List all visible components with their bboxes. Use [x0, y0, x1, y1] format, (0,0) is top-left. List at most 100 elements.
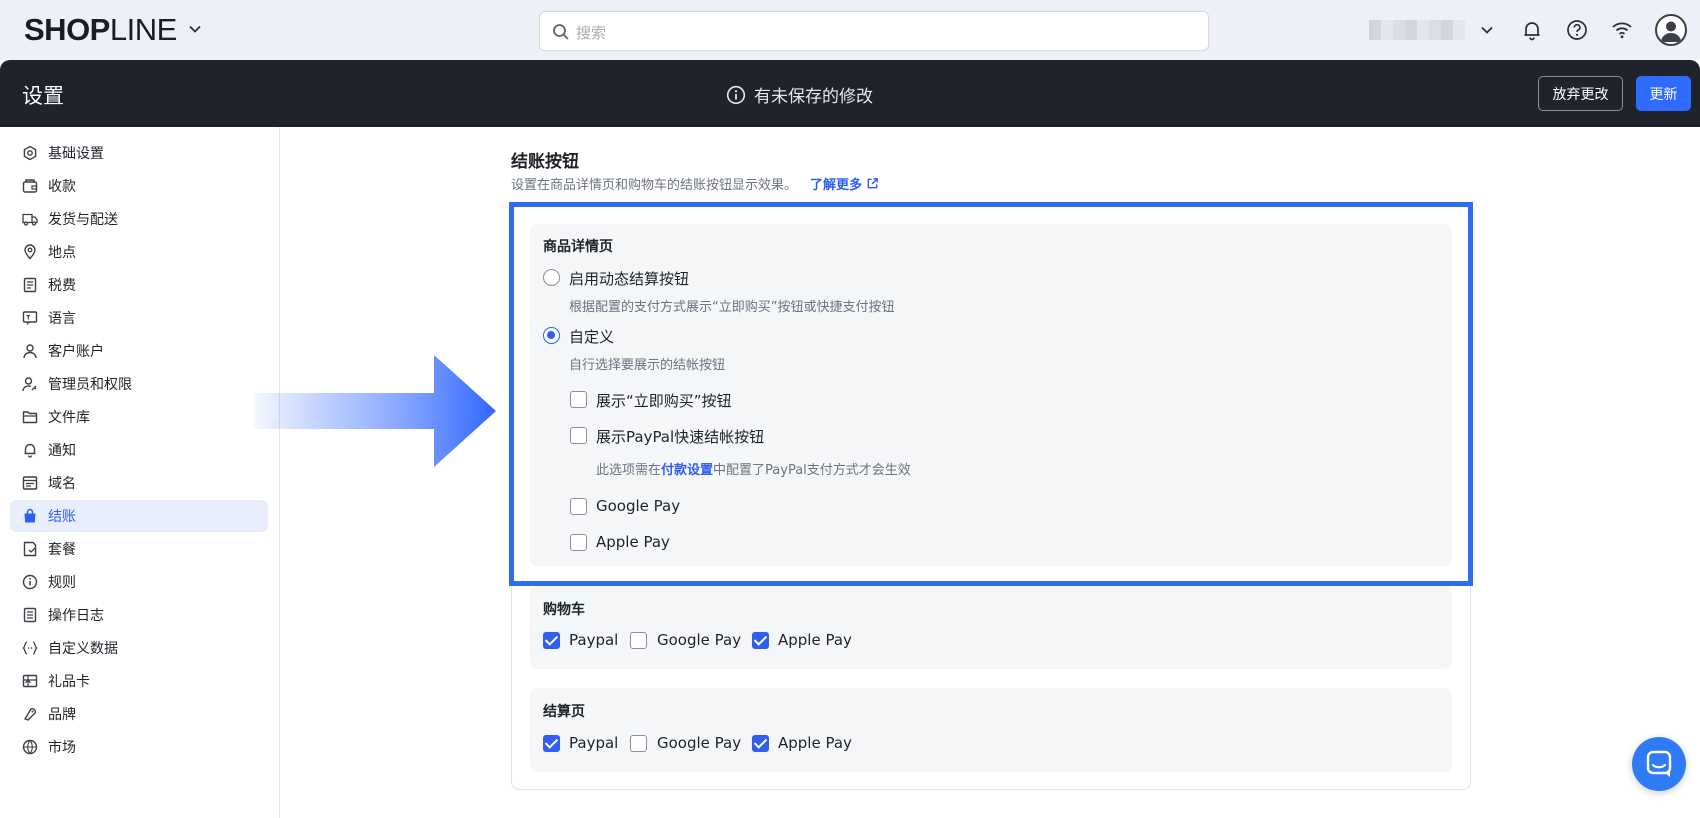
- sidebar-item-brand[interactable]: 品牌: [10, 698, 268, 730]
- cart-paypal-checkbox[interactable]: [543, 632, 560, 649]
- discard-changes-button[interactable]: 放弃更改: [1538, 76, 1623, 111]
- sidebar-item-payments[interactable]: 收款: [10, 170, 268, 202]
- wifi-icon[interactable]: [1611, 19, 1633, 41]
- sidebar-item-domains[interactable]: 域名: [10, 467, 268, 499]
- wallet-icon: [22, 179, 38, 193]
- chevron-down-icon[interactable]: [1480, 23, 1494, 37]
- product-page-card: 商品详情页 启用动态结算按钮 根据配置的支付方式展示“立即购买”按钮或快捷支付按…: [530, 224, 1452, 566]
- cart-card: 购物车 Paypal Google Pay Apple Pay: [530, 586, 1452, 669]
- sidebar-item-admins-permissions[interactable]: 管理员和权限: [10, 368, 268, 400]
- dynamic-checkout-label: 启用动态结算按钮: [569, 270, 690, 288]
- cart-paypal-label: Paypal: [569, 631, 619, 649]
- cart-google-pay-checkbox[interactable]: [630, 632, 647, 649]
- code-braces-icon: [22, 641, 38, 655]
- top-bar: SHOPLINE 搜索: [0, 0, 1700, 60]
- log-icon: [23, 607, 37, 623]
- info-circle-icon: [726, 85, 746, 104]
- cart-label: 购物车: [543, 602, 585, 618]
- checkout-page-label: 结算页: [543, 704, 585, 720]
- unsaved-changes-notice: 有未保存的修改: [726, 82, 873, 107]
- buy-now-checkbox[interactable]: [570, 391, 587, 408]
- section-description: 设置在商品详情页和购物车的结账按钮显示效果。: [511, 178, 798, 193]
- cart-apple-pay-label: Apple Pay: [778, 631, 852, 649]
- checkout-paypal-checkbox[interactable]: [543, 735, 560, 752]
- checkout-apple-pay-label: Apple Pay: [778, 734, 852, 752]
- settings-sidebar: 基础设置 收款 发货与配送 地点 税费 语言 客户账户 管理员和权限 文件库 通…: [0, 127, 280, 818]
- custom-radio[interactable]: [543, 327, 560, 344]
- receipt-icon: [23, 277, 37, 293]
- unsaved-text: 有未保存的修改: [754, 87, 873, 107]
- avatar[interactable]: [1655, 14, 1687, 46]
- update-button[interactable]: 更新: [1636, 76, 1691, 111]
- sidebar-item-customer-accounts[interactable]: 客户账户: [10, 335, 268, 367]
- info-circle-icon: [22, 574, 38, 590]
- chevron-down-icon[interactable]: [188, 22, 202, 36]
- cart-apple-pay-checkbox[interactable]: [752, 632, 769, 649]
- help-circle-icon[interactable]: [1566, 19, 1588, 41]
- cart-google-pay-label: Google Pay: [657, 631, 742, 649]
- sidebar-item-rules[interactable]: 规则: [10, 566, 268, 598]
- payment-settings-link[interactable]: 付款设置: [661, 463, 713, 478]
- shopline-logo[interactable]: SHOPLINE: [24, 12, 177, 48]
- apple-pay-checkbox[interactable]: [570, 534, 587, 551]
- checkout-google-pay-label: Google Pay: [657, 734, 742, 752]
- search-input[interactable]: 搜索: [539, 11, 1209, 51]
- search-placeholder: 搜索: [576, 24, 607, 42]
- settings-hex-icon: [23, 145, 37, 161]
- custom-label: 自定义: [569, 328, 615, 346]
- shopping-bag-icon: [24, 508, 36, 523]
- bell-icon: [24, 443, 36, 458]
- chat-icon: [1646, 750, 1672, 777]
- sidebar-item-checkout[interactable]: 结账: [10, 500, 268, 532]
- account-name-blurred[interactable]: [1369, 20, 1465, 40]
- checkout-apple-pay-checkbox[interactable]: [752, 735, 769, 752]
- user-icon: [23, 344, 37, 359]
- sidebar-item-markets[interactable]: 市场: [10, 731, 268, 763]
- truck-icon: [22, 213, 38, 226]
- gift-card-icon: [22, 674, 38, 688]
- sidebar-item-notifications[interactable]: 通知: [10, 434, 268, 466]
- package-icon: [23, 541, 37, 557]
- paypal-express-label: 展示PayPal快速结帐按钮: [596, 428, 765, 446]
- buy-now-label: 展示“立即购买”按钮: [596, 392, 732, 410]
- sidebar-item-languages[interactable]: 语言: [10, 302, 268, 334]
- product-page-label: 商品详情页: [543, 239, 613, 255]
- globe-icon: [22, 739, 38, 755]
- sidebar-item-shipping[interactable]: 发货与配送: [10, 203, 268, 235]
- sidebar-item-locations[interactable]: 地点: [10, 236, 268, 268]
- sidebar-item-plans[interactable]: 套餐: [10, 533, 268, 565]
- checkout-page-card: 结算页 Paypal Google Pay Apple Pay: [530, 688, 1452, 772]
- apple-pay-label: Apple Pay: [596, 533, 670, 551]
- settings-header: 设置 有未保存的修改 放弃更改 更新: [0, 60, 1700, 127]
- folder-icon: [22, 411, 38, 424]
- search-icon: [553, 24, 569, 40]
- sidebar-item-custom-data[interactable]: 自定义数据: [10, 632, 268, 664]
- sidebar-item-basic-settings[interactable]: 基础设置: [10, 137, 268, 169]
- learn-more-link[interactable]: 了解更多: [810, 174, 879, 193]
- checkout-google-pay-checkbox[interactable]: [630, 735, 647, 752]
- location-pin-icon: [24, 244, 36, 260]
- paypal-express-checkbox[interactable]: [570, 427, 587, 444]
- bell-icon[interactable]: [1521, 19, 1543, 41]
- paypal-express-hint: 此选项需在付款设置中配置了PayPal支付方式才会生效: [596, 463, 911, 478]
- language-icon: [22, 311, 38, 325]
- checkout-paypal-label: Paypal: [569, 734, 619, 752]
- user-avatar-icon: [1661, 21, 1681, 42]
- sidebar-item-activity-log[interactable]: 操作日志: [10, 599, 268, 631]
- dynamic-checkout-radio[interactable]: [543, 269, 560, 286]
- user-key-icon: [22, 377, 37, 392]
- dynamic-checkout-hint: 根据配置的支付方式展示“立即购买”按钮或快捷支付按钮: [569, 300, 895, 315]
- custom-hint: 自行选择要展示的结帐按钮: [569, 358, 726, 373]
- sidebar-item-gift-cards[interactable]: 礼品卡: [10, 665, 268, 697]
- browser-icon: [22, 476, 38, 490]
- google-pay-checkbox[interactable]: [570, 498, 587, 515]
- brand-icon: [24, 708, 36, 721]
- google-pay-label: Google Pay: [596, 497, 681, 515]
- arrow-right-annotation-icon: [254, 355, 496, 467]
- chat-support-button[interactable]: [1632, 737, 1686, 791]
- section-title: 结账按钮: [511, 152, 579, 172]
- sidebar-item-files[interactable]: 文件库: [10, 401, 268, 433]
- sidebar-item-taxes[interactable]: 税费: [10, 269, 268, 301]
- page-title: 设置: [22, 84, 64, 108]
- external-link-icon: [867, 178, 878, 189]
